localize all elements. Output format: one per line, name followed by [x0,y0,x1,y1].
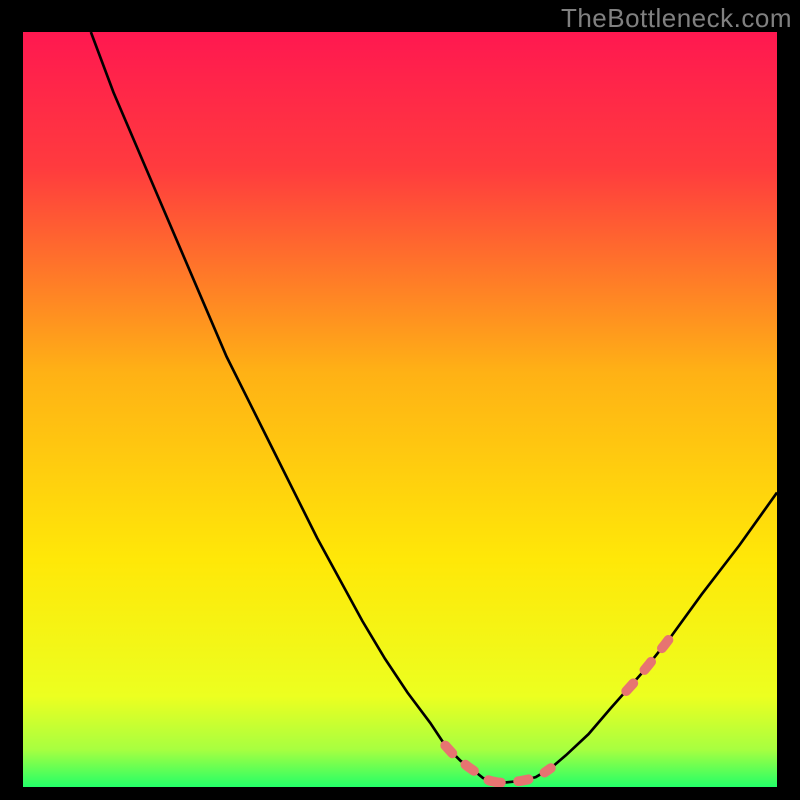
plot-area [23,32,777,787]
watermark-text: TheBottleneck.com [561,3,792,34]
highlight-right [626,636,671,691]
chart-container: TheBottleneck.com [0,0,800,800]
highlight-bottom [490,768,550,782]
highlight-left [445,745,490,780]
bottleneck-curve [91,32,777,782]
curve-layer [23,32,777,787]
